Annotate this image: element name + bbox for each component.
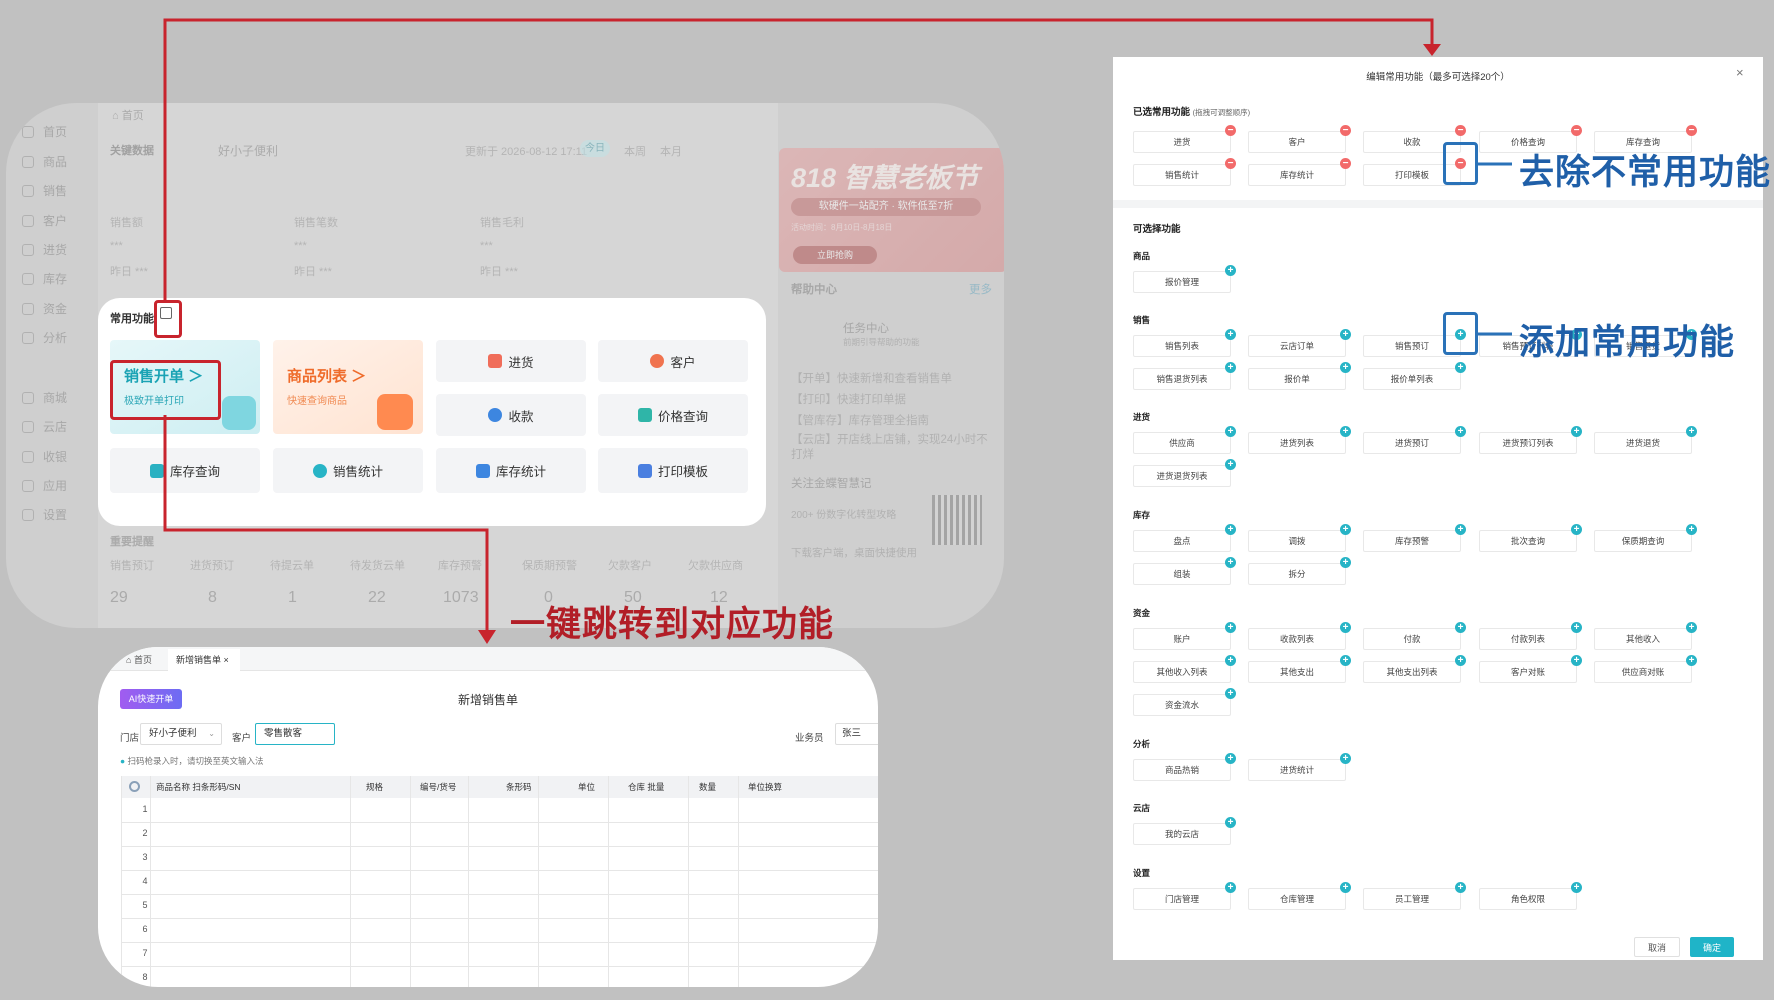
caption-jump: 一键跳转到对应功能 xyxy=(510,605,835,644)
caption-add: 添加常用功能 xyxy=(1519,323,1736,362)
arrow-head xyxy=(478,630,496,644)
arrow-head xyxy=(1423,44,1441,56)
highlight-add-badge xyxy=(1443,312,1478,355)
arrow-to-modal xyxy=(163,18,1434,300)
annotation-arrows xyxy=(163,18,1512,644)
highlight-remove-badge xyxy=(1443,142,1478,185)
arrow-to-sales-order xyxy=(163,415,489,636)
highlight-edit-button xyxy=(154,300,182,338)
highlight-sales-tile xyxy=(110,360,221,420)
caption-remove: 去除不常用功能 xyxy=(1519,153,1772,192)
